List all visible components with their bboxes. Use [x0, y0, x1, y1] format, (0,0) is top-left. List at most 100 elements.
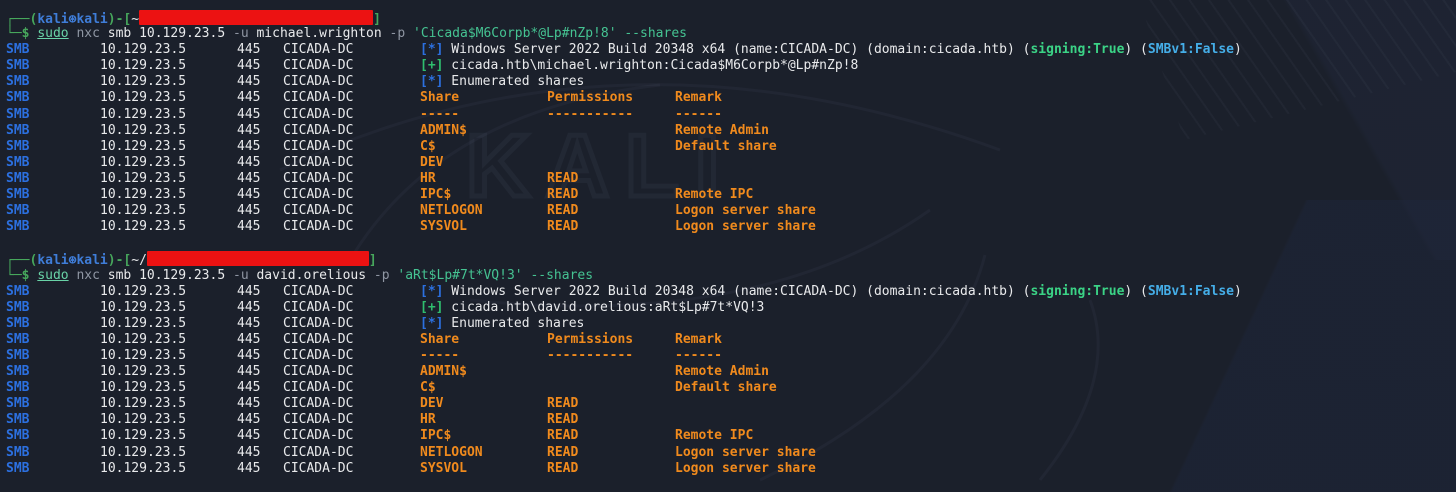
remark-cell: Default share — [675, 380, 777, 396]
command-segment: -u — [233, 268, 249, 283]
message-segment: Windows Server 2022 Build 20348 x64 (nam… — [443, 284, 1030, 299]
port-cell: 445 — [237, 219, 260, 235]
message-segment: [+] — [420, 58, 443, 73]
tool-name-cell: SMB — [6, 380, 29, 396]
terminal-row: SMB10.129.23.5445CICADA-DCDEV — [0, 155, 1456, 171]
prompt-line: ┌──(kali⊛kali)-[~] — [0, 10, 1456, 26]
tool-name-cell: SMB — [6, 348, 29, 364]
terminal-row: SMB10.129.23.5445CICADA-DCSYSVOLREADLogo… — [0, 461, 1456, 477]
row-content: [+] cicada.htb\david.orelious:aRt$Lp#7t*… — [420, 300, 1456, 316]
command-prompt-symbol: └─$ — [6, 26, 37, 41]
command-prompt-symbol: └─$ — [6, 268, 37, 283]
permission-header-cell: Permissions — [547, 332, 633, 348]
prompt-frame-open: ┌──( — [6, 253, 37, 268]
permission-cell: READ — [547, 203, 578, 219]
terminal-row: SMB10.129.23.5445CICADA-DC[*] Windows Se… — [0, 284, 1456, 300]
ip-cell: 10.129.23.5 — [100, 445, 186, 461]
port-cell: 445 — [237, 203, 260, 219]
ip-cell: 10.129.23.5 — [100, 90, 186, 106]
port-cell: 445 — [237, 348, 260, 364]
port-cell: 445 — [237, 412, 260, 428]
prompt-user: kali⊛kali — [37, 12, 107, 27]
terminal-row: SMB10.129.23.5445CICADA-DCSYSVOLREADLogo… — [0, 219, 1456, 235]
remark-header-cell: Remark — [675, 332, 722, 348]
row-content: [*] Windows Server 2022 Build 20348 x64 … — [420, 42, 1456, 58]
command-segment — [405, 26, 413, 41]
message-segment: ) ( — [1124, 42, 1147, 57]
share-name-header-cell: Share — [420, 90, 459, 106]
tool-name-cell: SMB — [6, 396, 29, 412]
message-segment: cicada.htb\michael.wrighton:Cicada$M6Cor… — [443, 58, 858, 73]
permission-cell: READ — [547, 187, 578, 203]
remark-cell: Logon server share — [675, 461, 816, 477]
command-segment: -u — [233, 26, 249, 41]
ip-cell: 10.129.23.5 — [100, 380, 186, 396]
prompt-frame-open: ┌──( — [6, 12, 37, 27]
port-cell: 445 — [237, 284, 260, 300]
permission-cell: READ — [547, 461, 578, 477]
terminal-row: SMB10.129.23.5445CICADA-DCIPC$READRemote… — [0, 428, 1456, 444]
hostname-cell: CICADA-DC — [283, 139, 353, 155]
terminal-row: SMB10.129.23.5445CICADA-DCADMIN$Remote A… — [0, 123, 1456, 139]
message-segment: ) ( — [1124, 284, 1147, 299]
hostname-cell: CICADA-DC — [283, 348, 353, 364]
command-segment: smb 10.129.23.5 — [100, 26, 233, 41]
tool-name-cell: SMB — [6, 300, 29, 316]
port-cell: 445 — [237, 42, 260, 58]
remark-cell: Remote IPC — [675, 428, 753, 444]
terminal-row: SMB10.129.23.5445CICADA-DCHRREAD — [0, 412, 1456, 428]
prompt-frame-close: ] — [369, 253, 377, 268]
hostname-cell: CICADA-DC — [283, 445, 353, 461]
port-cell: 445 — [237, 139, 260, 155]
command-segment: -p — [390, 26, 406, 41]
share-name-cell: NETLOGON — [420, 445, 483, 461]
hostname-cell: CICADA-DC — [283, 42, 353, 58]
share-name-header-cell: Share — [420, 332, 459, 348]
remark-cell: Default share — [675, 139, 777, 155]
command-segment: nxc — [76, 26, 99, 41]
terminal-row: SMB10.129.23.5445CICADA-DCIPC$READRemote… — [0, 187, 1456, 203]
permission-dashes-cell: ----------- — [547, 348, 633, 364]
message-segment: Windows Server 2022 Build 20348 x64 (nam… — [443, 42, 1030, 57]
message-segment: Enumerated shares — [443, 74, 584, 89]
ip-cell: 10.129.23.5 — [100, 139, 186, 155]
port-cell: 445 — [237, 155, 260, 171]
port-cell: 445 — [237, 171, 260, 187]
terminal-window[interactable]: KALI ┌──(kali⊛kali)-[~]└─$ sudo nxc smb … — [0, 0, 1456, 492]
tool-name-cell: SMB — [6, 284, 29, 300]
hostname-cell: CICADA-DC — [283, 219, 353, 235]
share-name-cell: DEV — [420, 396, 443, 412]
hostname-cell: CICADA-DC — [283, 187, 353, 203]
port-cell: 445 — [237, 58, 260, 74]
command-segment: 'Cicada$M6Corpb*@Lp#nZp!8' — [413, 26, 617, 41]
prompt-line: ┌──(kali⊛kali)-[~/] — [0, 251, 1456, 267]
terminal-row: SMB10.129.23.5445CICADA-DCADMIN$Remote A… — [0, 364, 1456, 380]
permission-cell: READ — [547, 445, 578, 461]
message-segment: cicada.htb\david.orelious:aRt$Lp#7t*VQ!3 — [443, 300, 764, 315]
row-content: [*] Windows Server 2022 Build 20348 x64 … — [420, 284, 1456, 300]
terminal-row: SMB10.129.23.5445CICADA-DC[*] Enumerated… — [0, 74, 1456, 90]
port-cell: 445 — [237, 364, 260, 380]
command-segment: smb 10.129.23.5 — [100, 268, 233, 283]
message-segment: [*] — [420, 74, 443, 89]
command-segment: david.orelious — [249, 268, 374, 283]
ip-cell: 10.129.23.5 — [100, 396, 186, 412]
message-segment: signing:True — [1030, 284, 1124, 299]
row-content: [+] cicada.htb\michael.wrighton:Cicada$M… — [420, 58, 1456, 74]
ip-cell: 10.129.23.5 — [100, 123, 186, 139]
permission-cell: READ — [547, 171, 578, 187]
ip-cell: 10.129.23.5 — [100, 348, 186, 364]
share-name-cell: IPC$ — [420, 428, 451, 444]
tool-name-cell: SMB — [6, 412, 29, 428]
prompt-path: ~/ — [131, 253, 147, 268]
command-segment: sudo — [37, 26, 68, 41]
remark-cell: Logon server share — [675, 219, 816, 235]
port-cell: 445 — [237, 123, 260, 139]
share-name-cell: C$ — [420, 380, 436, 396]
command-segment: 'aRt$Lp#7t*VQ!3' — [397, 268, 522, 283]
prompt-frame-close: ] — [373, 12, 381, 27]
hostname-cell: CICADA-DC — [283, 332, 353, 348]
message-segment: [*] — [420, 284, 443, 299]
hostname-cell: CICADA-DC — [283, 171, 353, 187]
ip-cell: 10.129.23.5 — [100, 74, 186, 90]
